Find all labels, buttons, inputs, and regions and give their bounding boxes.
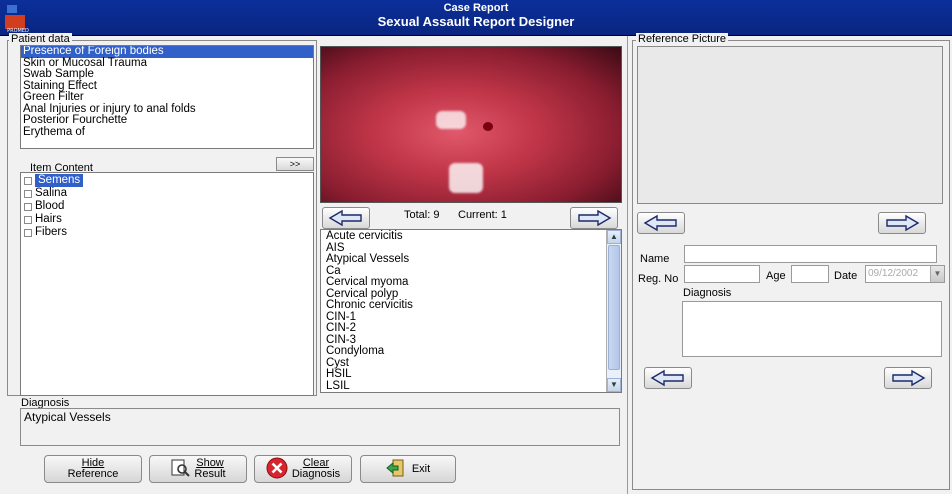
arrow-left-icon — [650, 369, 684, 387]
ref-diagnosis-field[interactable] — [682, 301, 942, 357]
item-content-label: Semens — [35, 174, 84, 187]
exit-door-icon — [386, 458, 408, 481]
item-content-row[interactable]: Blood — [21, 200, 313, 213]
arrow-right-icon — [578, 209, 612, 227]
checkbox[interactable] — [24, 189, 32, 198]
item-content-row[interactable]: Fibers — [21, 226, 313, 239]
diagnosis-textbox[interactable]: Atypical Vessels — [20, 408, 620, 446]
scroll-up-icon[interactable]: ▲ — [607, 230, 621, 244]
arrow-left-icon — [643, 214, 677, 232]
reference-prev-button[interactable] — [637, 212, 685, 234]
diagnosis-option[interactable]: Atypical Vessels — [324, 253, 621, 266]
case-photo — [320, 46, 622, 203]
regno-label: Reg. No — [638, 273, 679, 285]
reference-next-button[interactable] — [878, 212, 926, 234]
age-field[interactable] — [791, 265, 829, 283]
exit-button[interactable]: Exit — [360, 455, 456, 483]
checkbox[interactable] — [24, 215, 32, 224]
item-content-label: Hairs — [35, 213, 62, 225]
name-field[interactable] — [684, 245, 937, 263]
title-bar: PROMED Case Report Sexual Assault Report… — [0, 0, 952, 36]
diagnosis-option[interactable]: CIN-1 — [324, 311, 621, 324]
show-result-button[interactable]: Show Result — [149, 455, 247, 483]
vertical-divider — [627, 36, 628, 494]
app-title: Sexual Assault Report Designer — [377, 14, 575, 29]
diagnosis-option[interactable]: Cyst — [324, 357, 621, 370]
arrow-right-icon — [892, 369, 926, 387]
diagnosis-scrollbar[interactable]: ▲ ▼ — [606, 230, 621, 392]
hide-reference-line2: Reference — [67, 468, 119, 480]
arrow-right-icon — [886, 214, 920, 232]
diagnosis-options-list[interactable]: Acute cervicitis AIS Atypical Vessels Ca Cer… — [320, 229, 622, 393]
checkbox[interactable] — [24, 176, 32, 185]
reference-picture-label: Reference Picture — [636, 33, 729, 45]
diagnosis-option[interactable]: Acute cervicitis — [324, 230, 621, 243]
age-label: Age — [766, 270, 786, 282]
scroll-down-icon[interactable]: ▼ — [607, 378, 621, 392]
current-index: Current: 1 — [458, 209, 507, 221]
patient-data-item[interactable]: Green Filter — [21, 91, 313, 104]
name-label: Name — [640, 253, 670, 265]
date-dropdown-icon[interactable]: ▼ — [930, 266, 944, 282]
window-title: Case Report — [443, 2, 509, 14]
checkbox[interactable] — [24, 202, 32, 211]
patient-data-item[interactable]: Presence of Foreign bodies — [21, 46, 313, 58]
magnifier-page-icon — [170, 458, 191, 481]
total-count: Total: 9 — [404, 209, 440, 221]
arrow-left-icon — [328, 209, 362, 227]
item-content-row[interactable]: Salina — [21, 187, 313, 200]
date-picker[interactable]: 09/12/2002 ▼ — [865, 265, 945, 283]
patient-data-item[interactable]: Swab Sample — [21, 68, 313, 81]
reference-diagnosis-prev-button[interactable] — [644, 367, 692, 389]
item-content-row[interactable]: Semens — [21, 174, 313, 187]
scroll-thumb[interactable] — [608, 245, 620, 370]
clear-diagnosis-line2: Diagnosis — [291, 468, 341, 480]
photo-prev-button[interactable] — [322, 207, 370, 229]
item-content-row[interactable]: Hairs — [21, 213, 313, 226]
item-content-list[interactable]: Semens Salina Blood Hairs Fibers — [20, 172, 314, 396]
hide-reference-button[interactable]: Hide Reference — [44, 455, 142, 483]
clear-diagnosis-button[interactable]: Clear Diagnosis — [254, 455, 352, 483]
reference-diagnosis-next-button[interactable] — [884, 367, 932, 389]
checkbox[interactable] — [24, 228, 32, 237]
expand-item-content-button[interactable]: >> — [276, 157, 314, 171]
patient-data-list[interactable]: Presence of Foreign bodies Skin or Mucosa… — [20, 45, 314, 149]
item-content-label: Blood — [35, 200, 65, 212]
date-label: Date — [834, 270, 858, 282]
patient-data-item[interactable]: Posterior Fourchette — [21, 114, 313, 127]
item-content-label: Fibers — [35, 226, 67, 238]
diagnosis-option[interactable]: Condyloma — [324, 345, 621, 358]
exit-label: Exit — [411, 462, 431, 475]
date-value: 09/12/2002 — [868, 268, 919, 279]
item-content-label: Salina — [35, 187, 67, 199]
show-result-line2: Result — [194, 468, 226, 480]
ref-diagnosis-label: Diagnosis — [683, 287, 732, 299]
diagnosis-option[interactable]: Cervical myoma — [324, 276, 621, 289]
diagnosis-option[interactable]: HSIL — [324, 368, 621, 381]
photo-next-button[interactable] — [570, 207, 618, 229]
patient-data-label: Patient data — [9, 33, 72, 45]
diagnosis-value: Atypical Vessels — [24, 410, 111, 424]
clear-x-icon — [266, 457, 288, 482]
patient-data-item[interactable]: Erythema of — [21, 126, 313, 139]
diagnosis-option[interactable]: CIN-2 — [324, 322, 621, 335]
diagnosis-option[interactable]: Chronic cervicitis — [324, 299, 621, 312]
diagnosis-option[interactable]: LSIL — [324, 380, 621, 393]
reference-picture-area — [637, 46, 943, 204]
regno-field[interactable] — [684, 265, 760, 283]
